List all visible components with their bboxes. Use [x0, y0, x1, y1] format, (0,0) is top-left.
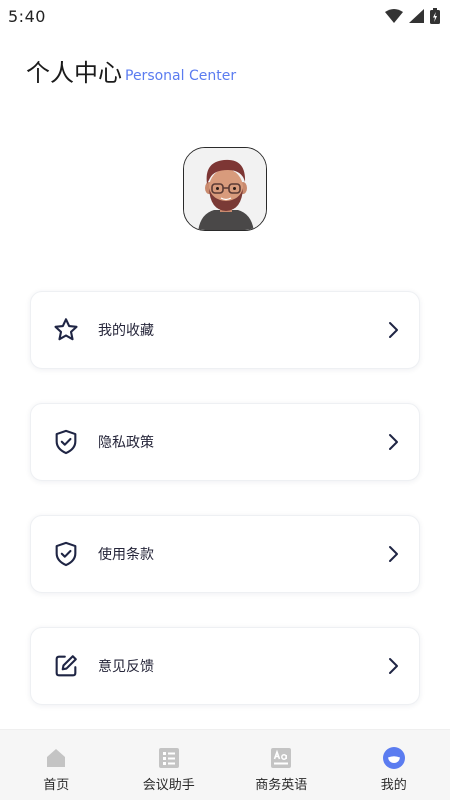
page-subtitle: Personal Center — [125, 68, 237, 84]
menu-item-terms-of-use[interactable]: 使用条款 — [30, 515, 420, 593]
status-icons — [385, 8, 440, 24]
avatar-image — [184, 148, 266, 230]
list-icon — [157, 746, 181, 770]
menu-item-label: 意见反馈 — [98, 659, 154, 675]
chevron-right-icon — [385, 544, 401, 564]
shield-check-icon — [51, 539, 81, 569]
screen: 5:40 个人中心 Personal Center 我的收藏 隐私政策 使用条款… — [0, 0, 450, 800]
nav-label: 商务英语 — [255, 778, 308, 793]
menu-item-favorites[interactable]: 我的收藏 — [30, 291, 420, 369]
bottom-nav: 首页 会议助手 商务英语 我的 — [0, 729, 450, 800]
menu-item-privacy-policy[interactable]: 隐私政策 — [30, 403, 420, 481]
status-bar: 5:40 — [0, 0, 450, 32]
page-header: 个人中心 Personal Center — [26, 58, 236, 88]
menu-item-label: 我的收藏 — [98, 323, 154, 339]
nav-item-mine[interactable]: 我的 — [338, 730, 450, 800]
nav-item-business-english[interactable]: 商务英语 — [225, 730, 338, 800]
menu-item-label: 隐私政策 — [98, 435, 154, 451]
wifi-icon — [385, 9, 403, 23]
chevron-right-icon — [385, 320, 401, 340]
page-title: 个人中心 — [26, 59, 122, 87]
nav-label: 我的 — [380, 778, 407, 793]
chevron-right-icon — [385, 656, 401, 676]
menu-item-feedback[interactable]: 意见反馈 — [30, 627, 420, 705]
battery-icon — [430, 8, 440, 24]
nav-item-meeting-assistant[interactable]: 会议助手 — [113, 730, 226, 800]
nav-label: 首页 — [43, 778, 70, 793]
home-icon — [44, 746, 68, 770]
edit-icon — [51, 651, 81, 681]
shield-check-icon — [51, 427, 81, 457]
nav-label: 会议助手 — [142, 778, 195, 793]
signal-icon — [409, 9, 424, 23]
nav-item-home[interactable]: 首页 — [0, 730, 113, 800]
status-time: 5:40 — [8, 6, 46, 26]
dictionary-icon — [269, 746, 293, 770]
menu-item-label: 使用条款 — [98, 547, 154, 563]
profile-icon — [382, 746, 406, 770]
chevron-right-icon — [385, 432, 401, 452]
avatar[interactable] — [183, 147, 267, 231]
star-icon — [51, 315, 81, 345]
